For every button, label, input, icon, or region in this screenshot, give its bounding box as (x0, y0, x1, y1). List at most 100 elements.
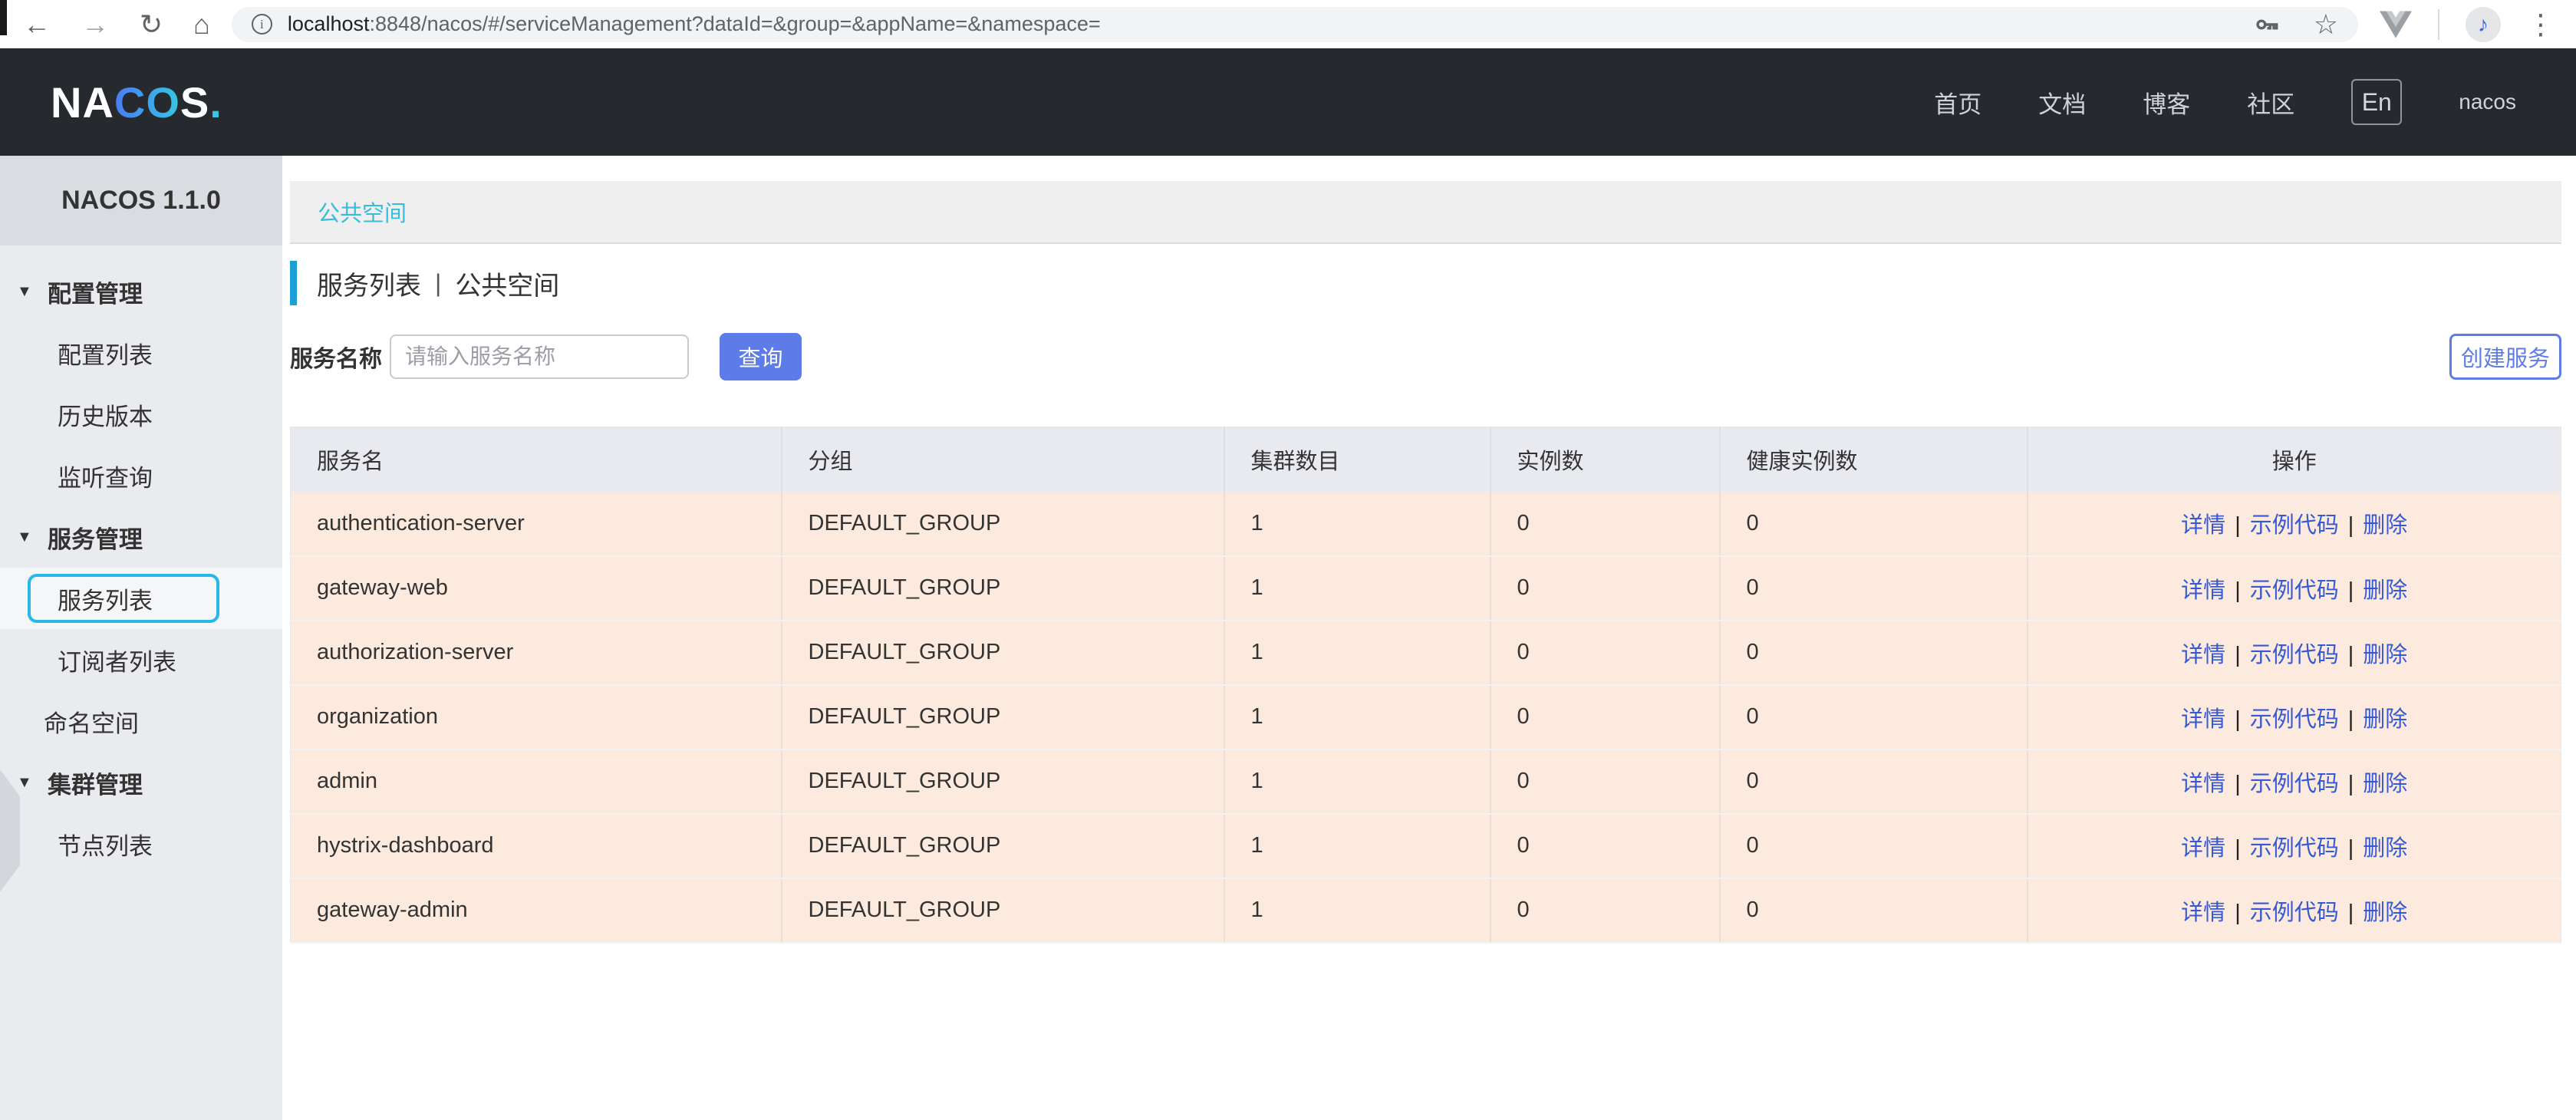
home-icon[interactable]: ⌂ (193, 11, 210, 38)
password-key-icon[interactable] (2254, 12, 2280, 38)
service-name-label: 服务名称 (290, 340, 382, 374)
cell-group: DEFAULT_GROUP (782, 878, 1224, 943)
delete-link[interactable]: 删除 (2363, 836, 2407, 861)
address-bar[interactable]: i localhost:8848/nacos/#/serviceManageme… (232, 7, 2358, 42)
sidebar-item-label: 历史版本 (58, 397, 153, 432)
header-nav-item[interactable]: 文档 (2038, 85, 2086, 120)
sample-code-link[interactable]: 示例代码 (2250, 901, 2339, 925)
detail-link[interactable]: 详情 (2181, 578, 2225, 603)
sample-code-link[interactable]: 示例代码 (2250, 836, 2339, 861)
detail-link[interactable]: 详情 (2181, 643, 2225, 667)
header-nav-item[interactable]: 首页 (1934, 85, 1981, 120)
sidebar: NACOS 1.1.0 ▼ 配置管理 配置列表 历史版本 (0, 156, 282, 1120)
page-title-row: 服务列表 | 公共空间 (290, 261, 2561, 305)
cell-cluster-count: 1 (1224, 621, 1491, 685)
cell-group: DEFAULT_GROUP (782, 556, 1224, 621)
table-row: authorization-server DEFAULT_GROUP 1 0 0… (291, 621, 2561, 685)
chevron-down-icon: ▼ (17, 283, 48, 301)
cell-service-name: hystrix-dashboard (291, 814, 782, 878)
detail-link[interactable]: 详情 (2181, 901, 2225, 925)
music-extension-icon[interactable]: ♪ (2466, 7, 2501, 42)
sidebar-item[interactable]: 配置列表 (0, 322, 282, 384)
url-text[interactable]: localhost:8848/nacos/#/serviceManagement… (288, 12, 1101, 36)
action-separator: | (2235, 707, 2241, 732)
language-toggle-button[interactable]: En (2351, 79, 2402, 125)
cell-operations: 详情|示例代码|删除 (2028, 749, 2561, 814)
cell-group: DEFAULT_GROUP (782, 492, 1224, 556)
sidebar-item[interactable]: ▼ 服务管理 (0, 506, 282, 568)
sidebar-item[interactable]: 服务列表 (0, 568, 282, 629)
reload-icon[interactable]: ↻ (140, 11, 163, 38)
table-row: gateway-admin DEFAULT_GROUP 1 0 0 详情|示例代… (291, 878, 2561, 943)
header-nav-item[interactable]: 社区 (2247, 85, 2294, 120)
header-nav-item[interactable]: 博客 (2143, 85, 2190, 120)
sidebar-item[interactable]: ▼ 配置管理 (0, 261, 282, 322)
action-separator: | (2348, 707, 2354, 732)
sidebar-item-label: 订阅者列表 (58, 643, 176, 677)
table-row: gateway-web DEFAULT_GROUP 1 0 0 详情|示例代码|… (291, 556, 2561, 621)
table-row: authentication-server DEFAULT_GROUP 1 0 … (291, 492, 2561, 556)
sample-code-link[interactable]: 示例代码 (2250, 513, 2339, 538)
cell-cluster-count: 1 (1224, 556, 1491, 621)
sample-code-link[interactable]: 示例代码 (2250, 707, 2339, 732)
service-name-input[interactable] (390, 334, 689, 379)
query-button[interactable]: 查询 (720, 333, 802, 380)
sidebar-item[interactable]: 订阅者列表 (0, 629, 282, 690)
detail-link[interactable]: 详情 (2181, 772, 2225, 796)
cell-service-name: authorization-server (291, 621, 782, 685)
title-accent-bar (290, 261, 297, 305)
username[interactable]: nacos (2459, 90, 2516, 114)
cell-group: DEFAULT_GROUP (782, 749, 1224, 814)
sidebar-item[interactable]: 历史版本 (0, 384, 282, 445)
sidebar-item[interactable]: 节点列表 (0, 813, 282, 875)
action-separator: | (2348, 772, 2354, 796)
detail-link[interactable]: 详情 (2181, 513, 2225, 538)
col-instance-count: 实例数 (1491, 427, 1720, 492)
vue-devtools-icon[interactable] (2380, 11, 2412, 38)
nacos-logo[interactable]: NACOS. (51, 77, 222, 127)
cell-instance-count: 0 (1491, 878, 1720, 943)
cell-instance-count: 0 (1491, 556, 1720, 621)
forward-icon[interactable]: → (81, 11, 109, 38)
sample-code-link[interactable]: 示例代码 (2250, 643, 2339, 667)
cell-cluster-count: 1 (1224, 492, 1491, 556)
detail-link[interactable]: 详情 (2181, 836, 2225, 861)
breadcrumb-namespace-link[interactable]: 公共空间 (318, 196, 407, 228)
action-separator: | (2235, 513, 2241, 538)
header-nav: 首页 文档 博客 社区 En nacos (1934, 79, 2516, 125)
delete-link[interactable]: 删除 (2363, 643, 2407, 667)
delete-link[interactable]: 删除 (2363, 578, 2407, 603)
sidebar-item[interactable]: ▼ 集群管理 (0, 752, 282, 813)
sidebar-item[interactable]: 命名空间 (0, 690, 282, 752)
title-separator: | (435, 269, 441, 298)
delete-link[interactable]: 删除 (2363, 901, 2407, 925)
browser-menu-icon[interactable]: ⋮ (2527, 8, 2555, 41)
sidebar-item-label: 节点列表 (58, 827, 153, 861)
cell-operations: 详情 | 示例代码 | 删除 (2028, 685, 2561, 749)
back-icon[interactable]: ← (23, 11, 51, 38)
delete-link[interactable]: 删除 (2363, 707, 2407, 732)
cell-service-name: organization (291, 685, 782, 749)
cell-healthy-count: 0 (1720, 556, 2028, 621)
delete-link[interactable]: 删除 (2363, 513, 2407, 538)
table-row: organization DEFAULT_GROUP 1 0 0 详情|示例代码… (291, 685, 2561, 749)
chevron-down-icon: ▼ (17, 529, 48, 546)
cell-healthy-count: 0 (1720, 878, 2028, 943)
col-operations: 操作 (2028, 427, 2561, 492)
chevron-down-icon: ▼ (17, 774, 48, 792)
url-host: localhost (288, 12, 370, 35)
bookmark-star-icon[interactable]: ☆ (2314, 8, 2338, 41)
sample-code-link[interactable]: 示例代码 (2250, 772, 2339, 796)
page-info-icon[interactable]: i (252, 14, 272, 35)
sidebar-item-label: 监听查询 (58, 459, 153, 493)
page-subtitle: 公共空间 (455, 265, 559, 302)
cell-healthy-count: 0 (1720, 492, 2028, 556)
col-cluster-count: 集群数目 (1224, 427, 1491, 492)
sidebar-item-label: 集群管理 (48, 766, 143, 800)
delete-link[interactable]: 删除 (2363, 772, 2407, 796)
create-service-button[interactable]: 创建服务 (2449, 334, 2561, 380)
detail-link[interactable]: 详情 (2181, 707, 2225, 732)
sample-code-link[interactable]: 示例代码 (2250, 578, 2339, 603)
sidebar-item[interactable]: 监听查询 (0, 445, 282, 506)
sidebar-item-label: 配置管理 (48, 275, 143, 309)
